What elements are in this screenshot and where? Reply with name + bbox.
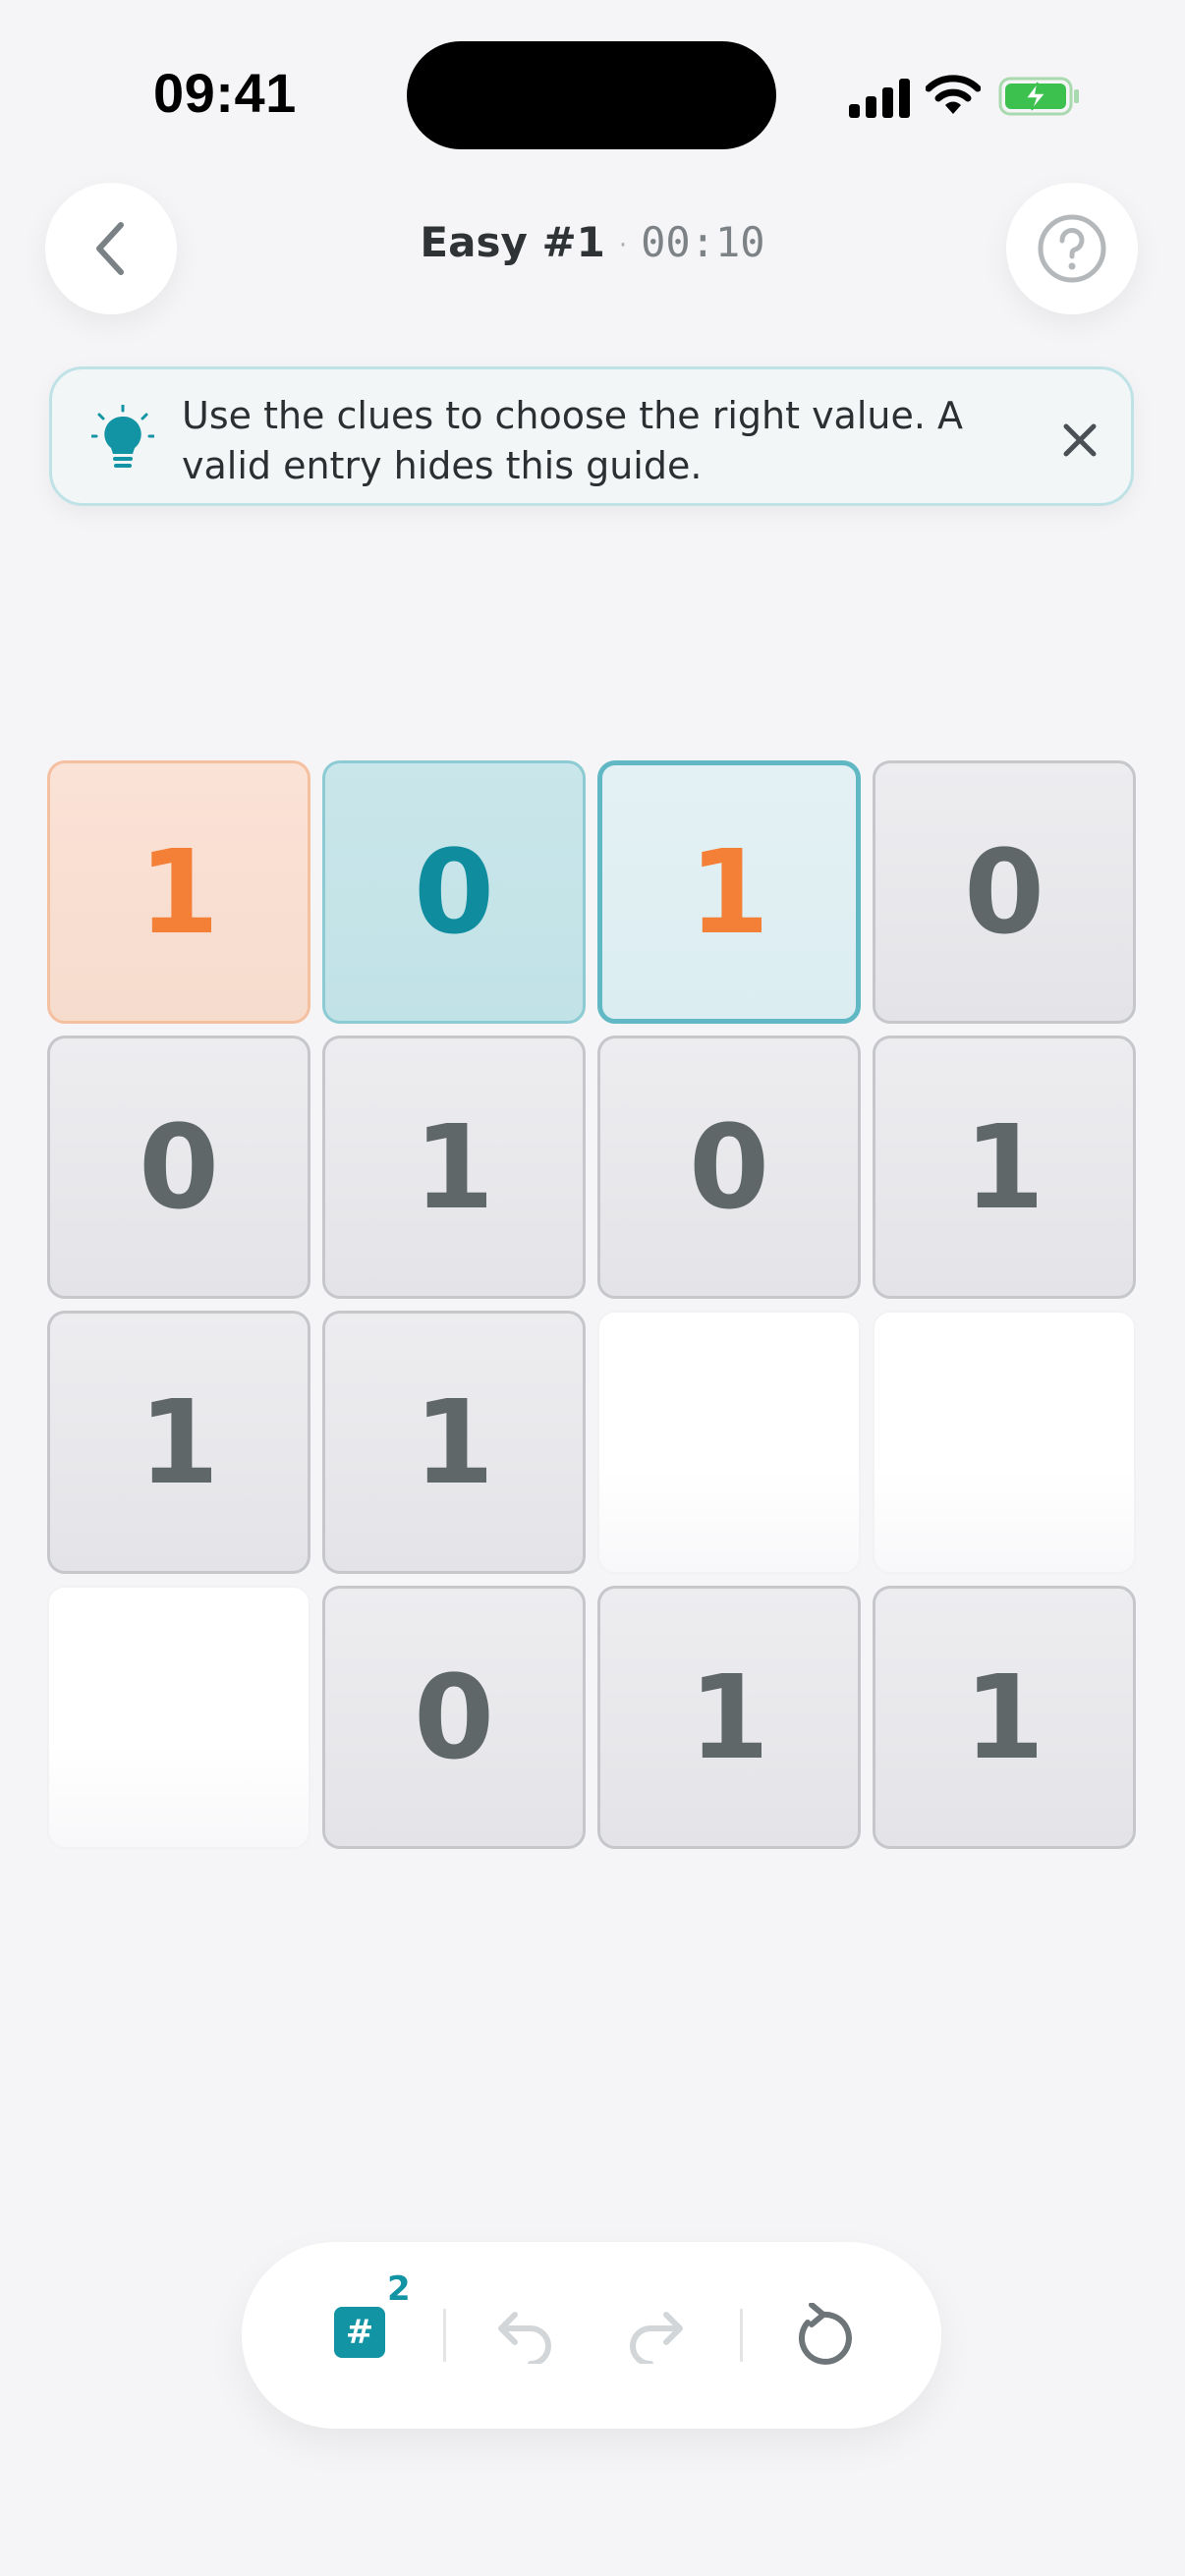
grid-cell[interactable]: 0 (873, 760, 1136, 1024)
grid-cell[interactable]: 1 (322, 1036, 586, 1299)
reset-button[interactable] (794, 2303, 853, 2366)
undo-button[interactable] (495, 2307, 556, 2364)
toolbar-divider (443, 2309, 446, 2362)
title-separator: · (618, 230, 628, 260)
reset-icon (798, 2303, 852, 2365)
help-button[interactable] (1006, 183, 1138, 314)
grid-cell[interactable] (47, 1586, 310, 1849)
bottom-toolbar: # 2 (242, 2242, 941, 2429)
grid-cell[interactable]: 0 (597, 1036, 861, 1299)
close-icon[interactable] (1058, 419, 1101, 462)
hint-count-badge: 2 (387, 2269, 411, 2309)
dynamic-island (407, 41, 776, 149)
grid-cell[interactable]: 0 (322, 760, 586, 1024)
grid-cell[interactable]: 1 (873, 1586, 1136, 1849)
undo-icon (498, 2312, 551, 2364)
hint-button[interactable]: # (334, 2307, 385, 2358)
grid-cell[interactable]: 1 (873, 1036, 1136, 1299)
guide-text: Use the clues to choose the right value.… (182, 394, 964, 487)
grid-cell[interactable]: 0 (322, 1586, 586, 1849)
grid-cell[interactable]: 1 (597, 760, 861, 1024)
puzzle-grid: 1 0 1 0 0 1 0 1 1 1 0 1 1 (47, 760, 1136, 1849)
game-timer: 00:10 (641, 218, 765, 266)
wifi-icon (926, 75, 981, 114)
puzzle-title: Easy #1 (420, 218, 605, 266)
guide-banner: Use the clues to choose the right value.… (49, 366, 1134, 506)
grid-cell[interactable]: 1 (47, 760, 310, 1024)
grid-cell[interactable]: 0 (47, 1036, 310, 1299)
question-circle-icon (1038, 214, 1106, 283)
redo-button[interactable] (625, 2307, 686, 2364)
battery-charging-icon (998, 77, 1079, 116)
grid-cell[interactable]: 1 (47, 1311, 310, 1574)
signal-icon (849, 79, 910, 118)
grid-cell[interactable] (873, 1311, 1136, 1574)
status-time: 09:41 (153, 62, 297, 124)
grid-cell[interactable]: 1 (597, 1586, 861, 1849)
redo-icon (630, 2312, 683, 2364)
lightbulb-icon (91, 405, 154, 468)
grid-cell[interactable]: 1 (322, 1311, 586, 1574)
grid-cell[interactable] (597, 1311, 861, 1574)
toolbar-divider (740, 2309, 743, 2362)
